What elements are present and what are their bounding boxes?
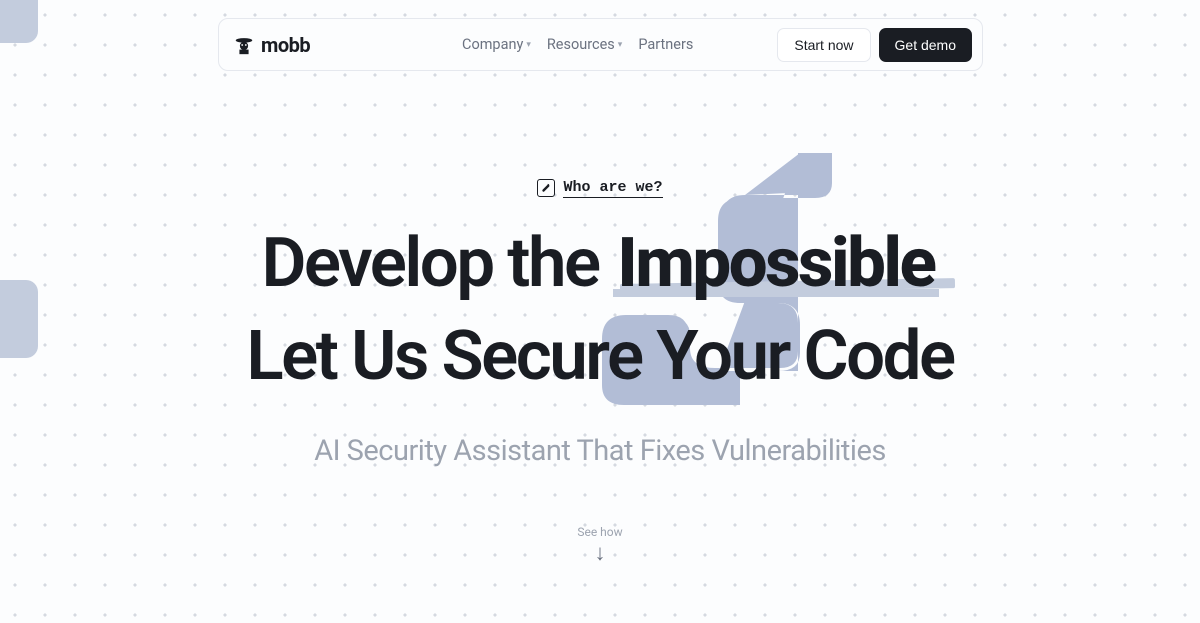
nav-actions: Start now Get demo: [777, 28, 972, 62]
eyebrow-text: Who are we?: [563, 179, 662, 198]
hero-section: Who are we? Develop the Impossible Let U…: [0, 178, 1200, 468]
brand-logo[interactable]: mobb: [233, 33, 310, 57]
scroll-cue-text: See how: [577, 525, 622, 539]
nav-link-label: Partners: [638, 36, 693, 53]
hero-title: Develop the Impossible Let Us Secure You…: [0, 216, 1200, 402]
nav-link-company[interactable]: Company ▾: [462, 36, 531, 53]
get-demo-button[interactable]: Get demo: [879, 28, 972, 62]
brand-name: mobb: [261, 33, 310, 57]
chevron-down-icon: ▾: [618, 40, 623, 50]
hero-title-emphasis: Impossible: [613, 222, 938, 303]
decorative-shape-left-top: [0, 0, 38, 43]
hero-title-line2: Let Us Secure Your Code: [246, 315, 953, 396]
chevron-down-icon: ▾: [526, 40, 531, 50]
start-now-button[interactable]: Start now: [777, 28, 870, 62]
nav-link-label: Resources: [547, 36, 615, 53]
scroll-cue[interactable]: See how ↓: [577, 525, 622, 565]
hero-subtitle: AI Security Assistant That Fixes Vulnera…: [0, 434, 1200, 468]
navbar: mobb Company ▾ Resources ▾ Partners Star…: [218, 18, 983, 71]
nav-links: Company ▾ Resources ▾ Partners: [462, 36, 693, 53]
nav-link-resources[interactable]: Resources ▾: [547, 36, 622, 53]
wrench-icon: [537, 179, 555, 197]
nav-link-partners[interactable]: Partners: [638, 36, 693, 53]
brand-icon: [233, 34, 255, 56]
hero-title-prefix: Develop the: [261, 222, 613, 303]
nav-link-label: Company: [462, 36, 523, 53]
arrow-down-icon: ↓: [577, 543, 622, 565]
eyebrow-badge[interactable]: Who are we?: [537, 179, 662, 198]
